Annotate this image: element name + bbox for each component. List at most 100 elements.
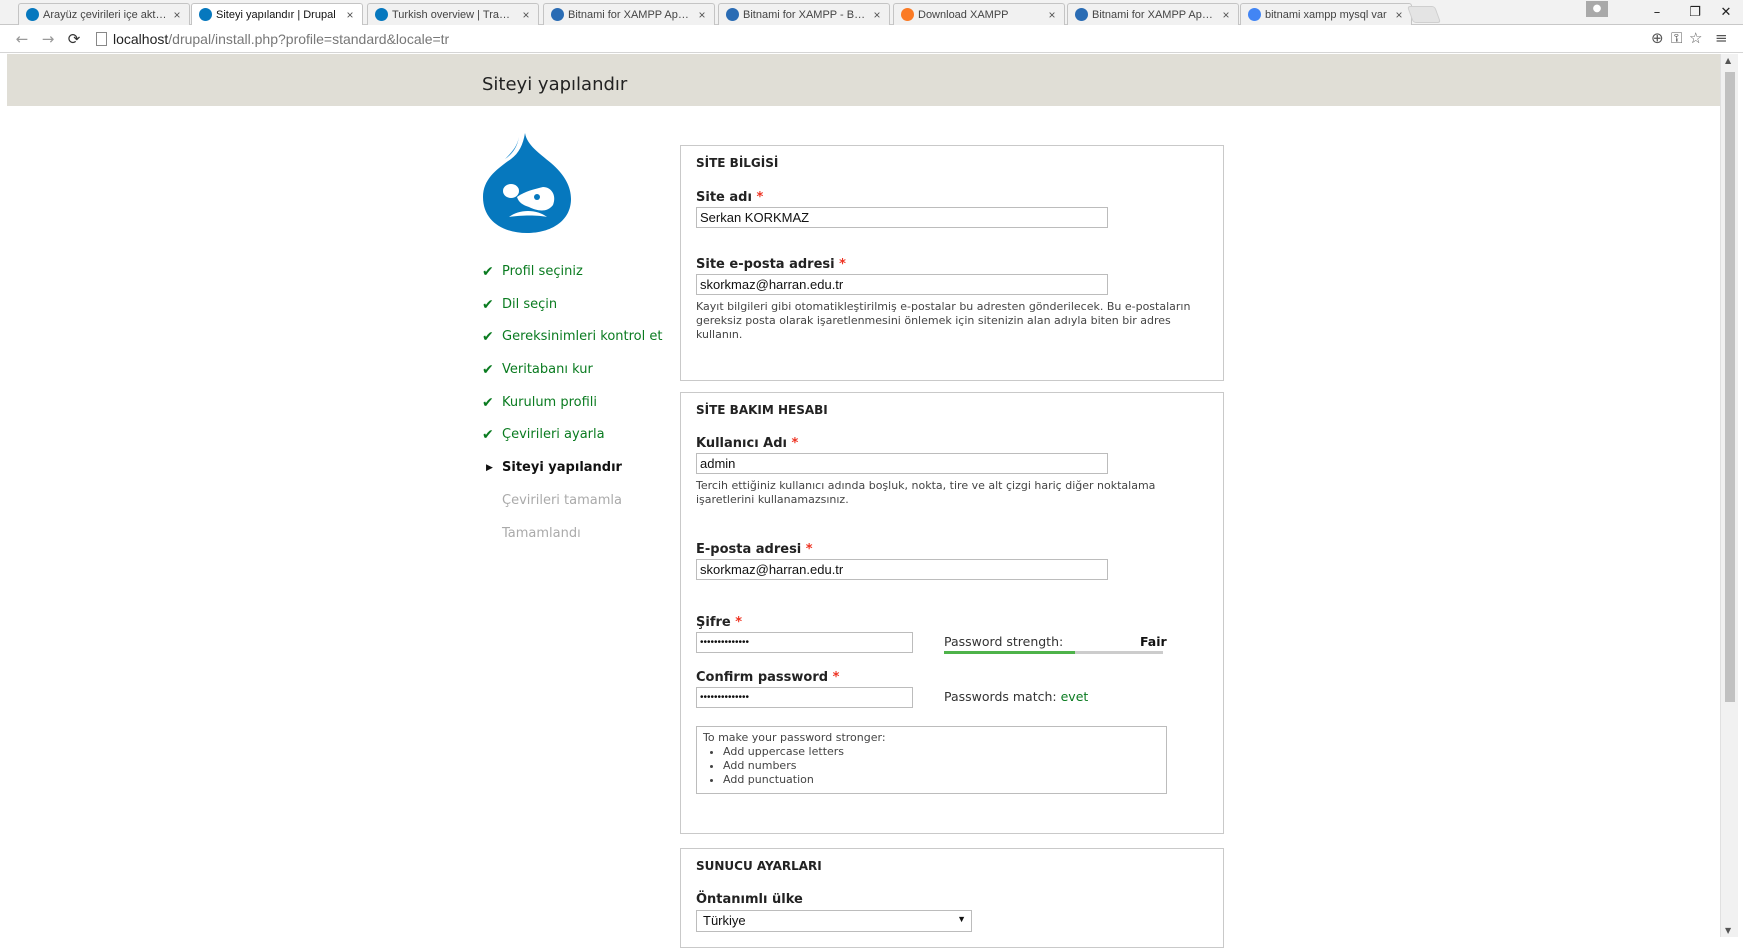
task-label: Siteyi yapılandır [502, 460, 622, 476]
url-host: localhost [113, 31, 169, 47]
checkmark-icon: ✔ [482, 296, 494, 313]
suggestions-list: Add uppercase lettersAdd numbersAdd punc… [703, 745, 1160, 787]
password-suggestions: To make your password stronger: Add uppe… [696, 726, 1167, 794]
scroll-down-icon[interactable]: ▼ [1725, 926, 1731, 935]
browser-toolbar: ← → ⟳ localhost/drupal/install.php?profi… [0, 25, 1743, 53]
suggestion-item: Add uppercase letters [723, 745, 1160, 759]
task-item: ▶ Siteyi yapılandır [482, 458, 682, 491]
forward-icon[interactable]: → [38, 29, 58, 49]
site-info-legend: SİTE BİLGİSİ [696, 156, 779, 170]
zoom-icon[interactable]: ⊕ [1651, 29, 1664, 47]
reload-icon[interactable]: ⟳ [64, 29, 84, 49]
task-item: ✔ Kurulum profili [482, 393, 682, 426]
tab-3[interactable]: Turkish overview | Translat × [367, 3, 539, 25]
tab-label: Bitnami for XAMPP Applic [1092, 8, 1216, 21]
bookmark-star-icon[interactable]: ☆ [1689, 29, 1702, 47]
google-icon [1248, 8, 1261, 21]
drupal-icon [199, 8, 212, 21]
site-email-description: Kayıt bilgileri gibi otomatikleştirilmiş… [696, 300, 1191, 341]
confirm-password-input[interactable]: •••••••••••••• [696, 687, 913, 708]
username-input[interactable]: admin [696, 453, 1108, 474]
site-info-fieldset: SİTE BİLGİSİ Site adı * Serkan KORKMAZ S… [680, 145, 1224, 381]
checkmark-icon: ✔ [482, 329, 494, 346]
minimize-button[interactable]: – [1640, 3, 1674, 23]
key-icon[interactable]: ⚿ [1671, 29, 1682, 47]
task-item: ✔ Çevirileri ayarla [482, 425, 682, 458]
default-country-value: Türkiye [703, 913, 746, 928]
menu-icon[interactable]: ≡ [1715, 29, 1728, 47]
page-title: Siteyi yapılandır [482, 74, 628, 95]
close-tab-icon[interactable]: × [344, 8, 356, 22]
task-label: Kurulum profili [502, 394, 598, 410]
back-icon[interactable]: ← [12, 29, 32, 49]
bitnami-icon [1075, 8, 1088, 21]
site-name-input[interactable]: Serkan KORKMAZ [696, 207, 1108, 228]
address-bar[interactable]: localhost/drupal/install.php?profile=sta… [113, 31, 449, 47]
tab-2[interactable]: Siteyi yapılandır | Drupal × [191, 3, 363, 26]
bitnami-icon [551, 8, 564, 21]
close-tab-icon[interactable]: × [696, 8, 708, 22]
tab-5[interactable]: Bitnami for XAMPP - Bitna × [718, 3, 890, 25]
close-tab-icon[interactable]: × [1220, 8, 1232, 22]
new-tab-button[interactable] [1406, 6, 1442, 23]
task-label: Veritabanı kur [502, 362, 593, 378]
chevron-down-icon: ▼ [957, 914, 966, 924]
tab-8[interactable]: bitnami xampp mysql var × [1240, 3, 1412, 25]
password-strength-label: Password strength: [944, 634, 1064, 649]
server-fieldset: SUNUCU AYARLARI Öntanımlı ülke Türkiye ▼ [680, 848, 1224, 948]
page-scrollbar[interactable]: ▲ ▼ [1720, 54, 1738, 937]
tab-strip: Arayüz çevirileri içe aktarıl × Siteyi yap… [0, 0, 1743, 26]
checkmark-icon: ✔ [482, 264, 494, 280]
site-email-label: Site e-posta adresi * [696, 257, 846, 272]
task-label: Dil seçin [502, 296, 558, 312]
tab-6[interactable]: Download XAMPP × [893, 3, 1065, 25]
checkmark-icon: ✔ [482, 394, 494, 411]
current-step-icon: ▶ [486, 463, 493, 474]
password-match-value: evet [1060, 689, 1089, 704]
checkmark-icon: ✔ [482, 362, 494, 379]
email-label: E-posta adresi * [696, 542, 813, 557]
server-legend: SUNUCU AYARLARI [696, 859, 822, 873]
page-icon [96, 32, 107, 46]
close-tab-icon[interactable]: × [871, 8, 883, 22]
default-country-label: Öntanımlı ülke [696, 892, 803, 907]
task-item: ✔ Gereksinimleri kontrol et [482, 327, 682, 360]
close-window-button[interactable]: ✕ [1709, 3, 1743, 23]
default-country-select[interactable]: Türkiye ▼ [696, 910, 972, 932]
tab-label: Turkish overview | Translat [392, 8, 516, 21]
url-path: /drupal/install.php?profile=standard&loc… [168, 31, 450, 47]
scrollbar-thumb[interactable] [1725, 72, 1735, 702]
close-tab-icon[interactable]: × [171, 8, 183, 22]
task-label: Tamamlandı [502, 525, 581, 541]
drupal-logo [483, 133, 571, 233]
tab-label: Siteyi yapılandır | Drupal [216, 9, 336, 21]
close-tab-icon[interactable]: × [520, 8, 532, 22]
tab-4[interactable]: Bitnami for XAMPP Applic × [543, 3, 715, 25]
profile-icon[interactable]: ● [1586, 1, 1608, 17]
confirm-password-label: Confirm password * [696, 670, 840, 685]
email-input[interactable]: skorkmaz@harran.edu.tr [696, 559, 1108, 580]
restore-button[interactable]: ❐ [1678, 3, 1712, 23]
tab-label: Arayüz çevirileri içe aktarıl [43, 8, 167, 21]
task-item: ✔ Dil seçin [482, 295, 682, 328]
scroll-up-icon[interactable]: ▲ [1725, 56, 1731, 65]
task-item: Tamamlandı [482, 524, 682, 557]
tab-label: Bitnami for XAMPP - Bitna [743, 8, 867, 21]
checkmark-icon: ✔ [482, 427, 494, 444]
password-strength-bar [944, 651, 1163, 654]
suggestion-item: Add numbers [723, 759, 1160, 773]
username-label: Kullanıcı Adı * [696, 436, 799, 451]
close-tab-icon[interactable]: × [1393, 8, 1405, 22]
tab-7[interactable]: Bitnami for XAMPP Applic × [1067, 3, 1239, 25]
tab-label: bitnami xampp mysql var [1265, 8, 1387, 21]
bitnami-icon [726, 8, 739, 21]
tab-1[interactable]: Arayüz çevirileri içe aktarıl × [18, 3, 190, 25]
password-input[interactable]: •••••••••••••• [696, 632, 913, 653]
site-email-input[interactable]: skorkmaz@harran.edu.tr [696, 274, 1108, 295]
tab-label: Bitnami for XAMPP Applic [568, 8, 692, 21]
close-tab-icon[interactable]: × [1046, 8, 1058, 22]
task-item: Çevirileri tamamla [482, 491, 682, 524]
task-label: Gereksinimleri kontrol et [502, 329, 663, 345]
password-strength-value: Fair [1140, 634, 1167, 649]
account-fieldset: SİTE BAKIM HESABI Kullanıcı Adı * admin … [680, 392, 1224, 834]
